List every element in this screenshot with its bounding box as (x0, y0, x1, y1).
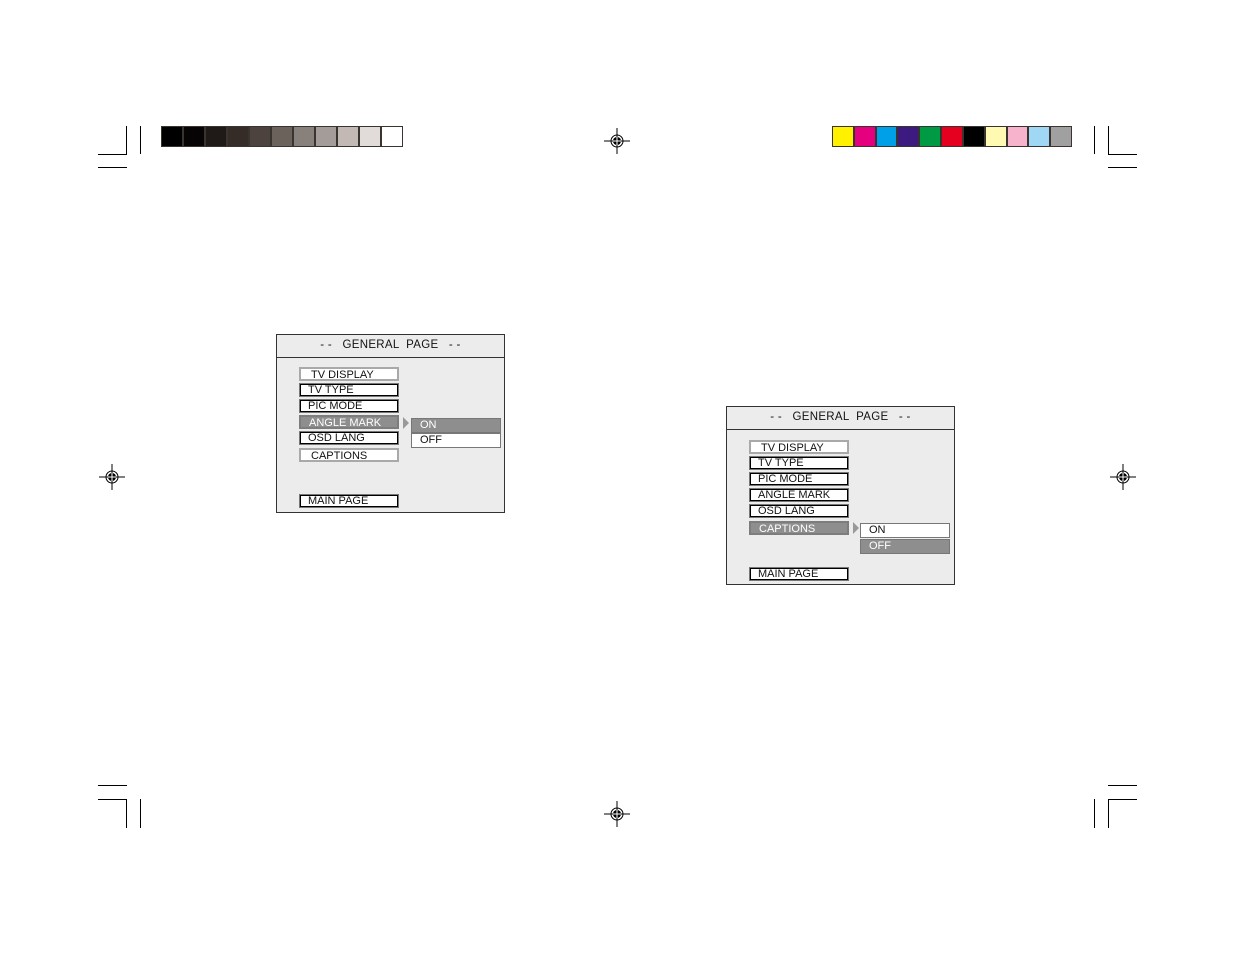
menu-title: - - GENERAL PAGE - - (727, 407, 954, 430)
general-page-menu-angle-mark: - - GENERAL PAGE - - TV DISPLAY TV TYPE … (276, 334, 505, 513)
menu-item-tv-display[interactable]: TV DISPLAY (749, 440, 849, 454)
color-calibration-bar (832, 126, 1072, 147)
color-swatch (338, 127, 358, 146)
main-page-button[interactable]: MAIN PAGE (299, 494, 399, 508)
color-swatch (876, 127, 897, 146)
menu-item-osd-lang[interactable]: OSD LANG (749, 504, 849, 518)
menu-item-captions[interactable]: CAPTIONS (299, 448, 399, 462)
color-swatch (272, 127, 292, 146)
color-swatch (294, 127, 314, 146)
menu-item-captions[interactable]: CAPTIONS (749, 521, 849, 535)
menu-title: - - GENERAL PAGE - - (277, 335, 504, 358)
color-swatch (833, 127, 853, 146)
option-on[interactable]: ON (411, 418, 501, 433)
color-swatch (854, 127, 875, 146)
option-off[interactable]: OFF (860, 539, 950, 554)
color-swatch (942, 127, 962, 146)
color-swatch (162, 127, 182, 146)
option-off[interactable]: OFF (411, 433, 501, 448)
menu-item-tv-type[interactable]: TV TYPE (749, 456, 849, 470)
color-swatch (963, 127, 984, 146)
crosshair-target-icon (604, 128, 630, 154)
color-swatch (1007, 127, 1028, 146)
color-swatch (316, 127, 336, 146)
main-page-button[interactable]: MAIN PAGE (749, 567, 849, 581)
color-swatch (250, 127, 270, 146)
crosshair-target-icon (604, 801, 630, 827)
color-swatch (382, 127, 402, 146)
menu-item-angle-mark[interactable]: ANGLE MARK (299, 415, 399, 429)
color-swatch (184, 127, 204, 146)
crosshair-target-icon (1110, 464, 1136, 490)
color-swatch (898, 127, 919, 146)
color-swatch (1051, 127, 1071, 146)
color-swatch (360, 127, 380, 146)
color-swatch (228, 127, 248, 146)
color-swatch (1029, 127, 1050, 146)
submenu-arrow-icon (403, 417, 409, 429)
menu-item-pic-mode[interactable]: PIC MODE (299, 399, 399, 413)
crosshair-target-icon (99, 464, 125, 490)
grayscale-calibration-bar (161, 126, 403, 147)
menu-item-tv-display[interactable]: TV DISPLAY (299, 367, 399, 381)
menu-item-pic-mode[interactable]: PIC MODE (749, 472, 849, 486)
color-swatch (206, 127, 226, 146)
option-on[interactable]: ON (860, 523, 950, 538)
menu-item-angle-mark[interactable]: ANGLE MARK (749, 488, 849, 502)
menu-item-tv-type[interactable]: TV TYPE (299, 383, 399, 397)
color-swatch (920, 127, 941, 146)
menu-item-osd-lang[interactable]: OSD LANG (299, 431, 399, 445)
submenu-arrow-icon (853, 522, 859, 534)
color-swatch (985, 127, 1006, 146)
general-page-menu-captions: - - GENERAL PAGE - - TV DISPLAY TV TYPE … (726, 406, 955, 585)
